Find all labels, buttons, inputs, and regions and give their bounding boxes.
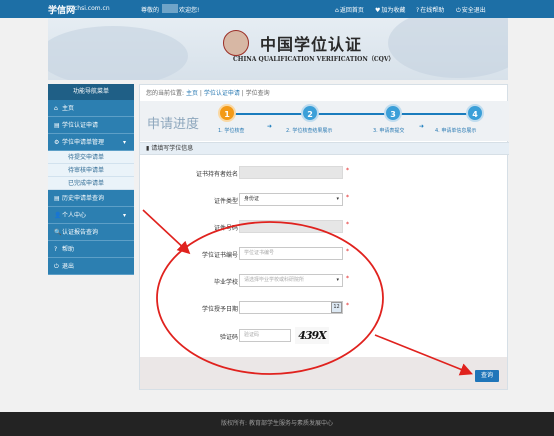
breadcrumb-apply[interactable]: 学位认证申请 [204,90,240,97]
add-favorite-link[interactable]: ♥加为收藏 [375,5,405,14]
top-navigation-bar: 学信网 chsi.com.cn 尊敬的 欢迎您! ⌂返回首页 ♥加为收藏 ?在线… [0,0,554,18]
step-3: 3 [384,104,402,122]
step-3-label: 3. 申请表提交 [373,128,405,134]
calendar-icon[interactable]: 12 [331,302,342,313]
required-mark: * [346,221,349,228]
id-type-label: 证件类型 [213,198,238,205]
form-row-id-type: 证件类型 身份证 ▾ * [140,192,509,208]
power-icon: ⏻ [54,263,59,270]
banner-title-en: CHINA QUALIFICATION VERIFICATION（CQV） [233,56,395,63]
document-icon: ▤ [54,195,60,202]
chevron-down-icon: ▾ [122,139,126,146]
captcha-input[interactable]: 验证码 [239,329,291,342]
online-help-link[interactable]: ?在线帮助 [416,5,444,14]
sidebar-item-help[interactable]: ? 帮助 [48,241,134,258]
progress-steps: 申请进度 1 2 3 4 1. 学位核查 ➜ 2. 学位核查结果展示 3. 申请… [140,101,509,141]
page-footer: 版权所有: 教育部学生服务与素质发展中心 [0,412,554,436]
form-row-id-number: 证件号码 * [140,219,509,235]
gear-icon: ⚙ [54,139,60,146]
site-domain: chsi.com.cn [74,5,110,12]
holder-name-label: 证书持有者姓名 [195,171,238,178]
document-icon: ▤ [54,122,60,129]
form-row-date: 学位授予日期 12 * [140,300,509,316]
greeting-text: 尊敬的 [141,7,160,14]
required-mark: * [346,167,349,174]
step-4: 4 [466,104,484,122]
breadcrumb-home[interactable]: 主页 [186,90,198,97]
sidebar-item-home[interactable]: ⌂ 主页 [48,100,134,117]
banner-map-decoration [48,26,188,80]
main-content: 您的当前位置: 主页 | 学位认证申请 | 学位查询 申请进度 1 2 3 4 … [139,84,509,390]
step-1-label: 1. 学位核查 [218,128,245,134]
school-select[interactable]: 请选择毕业学校或科研院所 ▾ [239,274,343,287]
date-input[interactable] [239,301,343,314]
sidebar-subitem-pending-review[interactable]: 待审核申请单 [48,164,134,177]
home-icon: ⌂ [335,7,339,14]
sidebar-item-apply[interactable]: ▤ 学位认证申请 [48,117,134,134]
holder-name-field[interactable] [239,166,343,179]
chevron-down-icon: ▾ [336,196,339,202]
cert-number-input[interactable]: 学位证书编号 [239,247,343,260]
step-1: 1 [218,104,236,122]
form-section-header: ▮ 请填写学位信息 [140,142,509,155]
home-icon: ⌂ [54,105,58,112]
power-icon: ⏻ [456,7,461,14]
progress-title: 申请进度 [147,117,200,132]
return-home-link[interactable]: ⌂返回首页 [335,5,364,14]
arrow-icon: ➜ [267,123,273,130]
step-2-label: 2. 学位核查结果展示 [286,128,333,134]
sidebar-item-logout[interactable]: ⏻ 退出 [48,258,134,275]
required-mark: * [346,248,349,255]
site-logo[interactable]: 学信网 [48,3,75,16]
sidebar-item-manage[interactable]: ⚙ 学位申请单管理 ▾ [48,134,134,151]
step-2: 2 [301,104,319,122]
redacted-username [162,4,178,13]
captcha-label: 验证码 [219,334,238,341]
cert-number-label: 学位证书编号 [201,252,238,259]
safe-logout-link[interactable]: ⏻安全退出 [456,5,486,15]
id-type-select[interactable]: 身份证 ▾ [239,193,343,206]
required-mark: * [346,194,349,201]
form-row-cert-number: 学位证书编号 学位证书编号 * [140,246,509,262]
banner-title-cn: 中国学位认证 [260,35,363,54]
help-icon: ? [416,7,420,14]
form-row-captcha: 验证码 验证码 439X [140,327,509,344]
sidebar-item-history[interactable]: ▤ 历史申请单查询 [48,190,134,207]
welcome-text: 欢迎您! [179,7,200,14]
breadcrumb-current: 学位查询 [245,90,270,97]
progress-line [228,113,480,115]
date-label: 学位授予日期 [201,306,238,313]
form-action-bar [140,357,507,389]
form-row-school: 毕业学校 请选择毕业学校或科研院所 ▾ * [140,273,509,289]
school-label: 毕业学校 [213,279,238,286]
id-number-label: 证件号码 [213,225,238,232]
form-row-holder-name: 证书持有者姓名 * [140,165,509,181]
breadcrumb: 您的当前位置: 主页 | 学位认证申请 | 学位查询 [146,90,270,97]
chevron-down-icon: ▾ [336,277,339,283]
required-mark: * [346,302,349,309]
banner-map-decoration [388,18,508,78]
query-button[interactable]: 查询 [475,370,499,382]
heart-icon: ♥ [375,7,381,14]
search-icon: 🔍 [54,229,62,236]
sidebar-item-report-query[interactable]: 🔍认证报告查询 [48,224,134,241]
step-4-label: 4. 申请单信息展示 [435,128,477,134]
required-mark: * [346,275,349,282]
emblem-icon [223,30,249,56]
sidebar-subitem-completed[interactable]: 已完成申请单 [48,177,134,190]
sidebar-subitem-pending-submit[interactable]: 待提交申请单 [48,151,134,164]
id-number-field[interactable] [239,220,343,233]
arrow-icon: ➜ [419,123,425,130]
user-icon: 👤 [54,212,62,219]
sidebar-navigation: 功能导航菜单 ⌂ 主页 ▤ 学位认证申请 ⚙ 学位申请单管理 ▾ 待提交申请单 待审核申… [48,84,134,275]
help-icon: ? [54,246,58,253]
sidebar-header: 功能导航菜单 [48,84,134,100]
chevron-down-icon: ▾ [122,212,126,219]
captcha-image[interactable]: 439X [295,327,329,344]
sidebar-item-personal[interactable]: 👤个人中心 ▾ [48,207,134,224]
header-banner: 中国学位认证 CHINA QUALIFICATION VERIFICATION（… [48,18,508,80]
